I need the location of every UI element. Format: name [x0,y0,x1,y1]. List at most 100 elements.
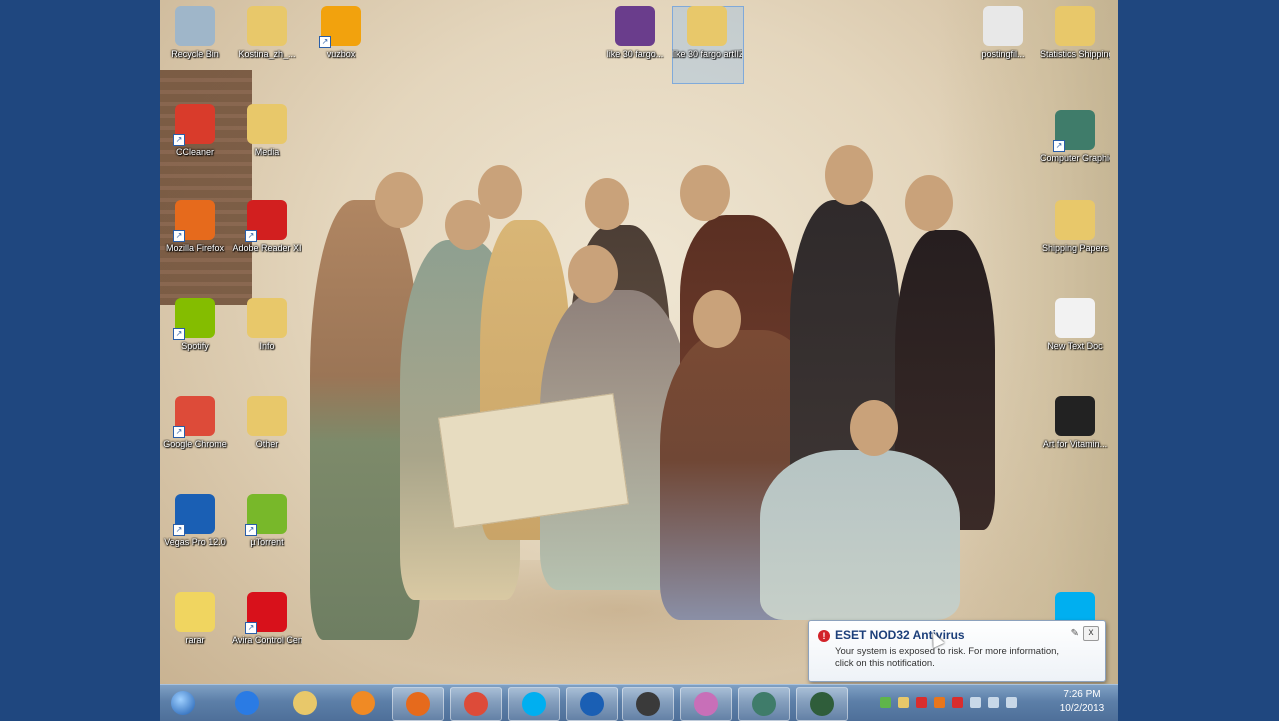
desktop-icon-ccleaner[interactable]: ↗ CCleaner [160,104,230,158]
chrome-icon [464,692,488,716]
taskbar-button-vegas[interactable] [566,687,618,721]
clock-date: 10/2/2013 [1059,703,1105,714]
folder-icon [247,298,287,338]
tray-icon[interactable] [1006,697,1017,708]
tray-icon[interactable] [898,697,909,708]
taskbar-button-chrome[interactable] [450,687,502,721]
taskbar: 7:26 PM 10/2/2013 [160,684,1118,721]
winrar-archive-icon [615,6,655,46]
desktop-icon-winrar[interactable]: like 30 fargo... [600,6,670,60]
desktop-icon-spotify[interactable]: ↗ Spotify [160,298,230,352]
desktop-icon-label: Media [254,147,280,157]
desktop-icon-pdf-doc[interactable]: postingfil... [968,6,1038,60]
game-icon [810,692,834,716]
tray-icon[interactable] [934,697,945,708]
video-app-icon [636,692,660,716]
desktop-icon-video-file[interactable]: Art for Vitamin... [1040,396,1110,450]
shortcut-arrow-icon: ↗ [173,426,185,438]
desktop-icon-label: CCleaner [175,147,215,157]
warning-icon: ! [818,630,830,642]
desktop-icon-label: postingfil... [981,49,1025,59]
notification-body: Your system is exposed to risk. For more… [835,646,1060,669]
skype-icon [522,692,546,716]
taskbar-button-ccleaner[interactable] [738,687,790,721]
taskbar-button-explorer[interactable] [280,687,330,719]
desktop-icon-vuze[interactable]: ↗ vuzbox [306,6,376,60]
eset-notification[interactable]: ! ESET NOD32 Antivirus ✎ x Your system i… [808,620,1106,682]
paint-icon [694,692,718,716]
folder-icon [1055,200,1095,240]
tray-icon[interactable] [970,697,981,708]
desktop-icon-folder-3[interactable]: Info [232,298,302,352]
desktop-icon-label: Shipping Papers [1041,243,1109,253]
tray-icon[interactable] [988,697,999,708]
shortcut-arrow-icon: ↗ [245,622,257,634]
taskbar-button-skype[interactable] [508,687,560,721]
desktop-icon-adobe-reader[interactable]: ↗ Adobe Reader XI [232,200,302,254]
shortcut-arrow-icon: ↗ [173,524,185,536]
wallpaper-figure-head [568,245,618,303]
desktop-icon-recycle-bin[interactable]: Recycle Bin [160,6,230,60]
tray-icon[interactable] [916,697,927,708]
taskbar-button-games[interactable] [796,687,848,721]
desktop-icon-vegas[interactable]: ↗ Vegas Pro 12.0 [160,494,230,548]
desktop-icon-label: like 30 fargo artIIZ [672,49,742,59]
spotify-icon: ↗ [173,298,215,340]
wallpaper-figure-head [693,290,741,348]
shortcut-arrow-icon: ↗ [245,524,257,536]
start-button[interactable] [163,687,203,719]
desktop-icon-blank-doc[interactable]: New Text Doc [1040,298,1110,352]
chrome-icon: ↗ [173,396,215,438]
folder-icon [1055,6,1095,46]
desktop-icon-folder-1[interactable]: Kostina_zh_... [232,6,302,60]
clock[interactable]: 7:26 PM 10/2/2013 [1052,688,1112,716]
desktop-icon-label: µTorrent [250,537,284,547]
desktop-icon-folder-right-1[interactable]: Statistics Shipping [1040,6,1110,60]
taskbar-button-media[interactable] [338,687,388,719]
vuze-icon: ↗ [319,6,361,48]
desktop-icon-label: Spotify [181,341,209,351]
settings-icon[interactable]: ✎ [1071,628,1079,639]
desktop-icon-label: Vegas Pro 12.0 [164,537,226,547]
taskbar-button-ie[interactable] [222,687,272,719]
tray-icon[interactable] [880,697,891,708]
desktop-icon-label: like 30 fargo... [606,49,664,59]
shortcut-arrow-icon: ↗ [173,328,185,340]
text-document-icon [1055,298,1095,338]
clock-time: 7:26 PM [1063,689,1101,700]
desktop-icon-chrome[interactable]: ↗ Google Chrome [160,396,230,450]
ccleaner-icon: ↗ [173,104,215,146]
desktop-icon-label: vuzbox [326,49,356,59]
desktop-icon-selected-file[interactable]: like 30 fargo artIIZ [672,6,742,60]
wallpaper-figure-head [478,165,522,219]
desktop-icon-firefox[interactable]: ↗ Mozilla Firefox [160,200,230,254]
desktop-icon-label: Avira Control Center [232,635,302,645]
taskbar-button-firefox[interactable] [392,687,444,721]
shortcut-arrow-icon: ↗ [1053,140,1065,152]
tray-icon[interactable] [952,697,963,708]
winrar-icon [175,592,215,632]
folder-icon [247,6,287,46]
shortcut-arrow-icon: ↗ [173,134,185,146]
windows-start-icon [171,691,195,715]
close-button[interactable]: x [1083,626,1099,641]
wallpaper-figure-head [905,175,953,231]
internet-explorer-icon [235,691,259,715]
desktop-icon-utorrent[interactable]: ↗ µTorrent [232,494,302,548]
desktop-icon-computer-shortcut[interactable]: ↗Computer Graphics [1040,110,1110,164]
wallpaper-figure-head [585,178,629,230]
desktop-icon-label: Mozilla Firefox [165,243,224,253]
desktop-icon-label: Computer Graphics [1040,153,1110,163]
desktop-icon-avira[interactable]: ↗Avira Control Center [232,592,302,646]
desktop-icon-winrar-app[interactable]: rarar [160,592,230,646]
desktop-icon-label: Other [255,439,279,449]
desktop-icon-folder-right-2[interactable]: Shipping Papers [1040,200,1110,254]
desktop-icon-folder-2[interactable]: Media [232,104,302,158]
avira-icon: ↗ [245,592,287,634]
desktop-icon-folder-other[interactable]: Other [232,396,302,450]
desktop-icon-label: Statistics Shipping [1040,49,1110,59]
taskbar-button-paint[interactable] [680,687,732,721]
wallpaper-figure-head [375,172,423,228]
vegas-pro-icon [580,692,604,716]
taskbar-button-video[interactable] [622,687,674,721]
